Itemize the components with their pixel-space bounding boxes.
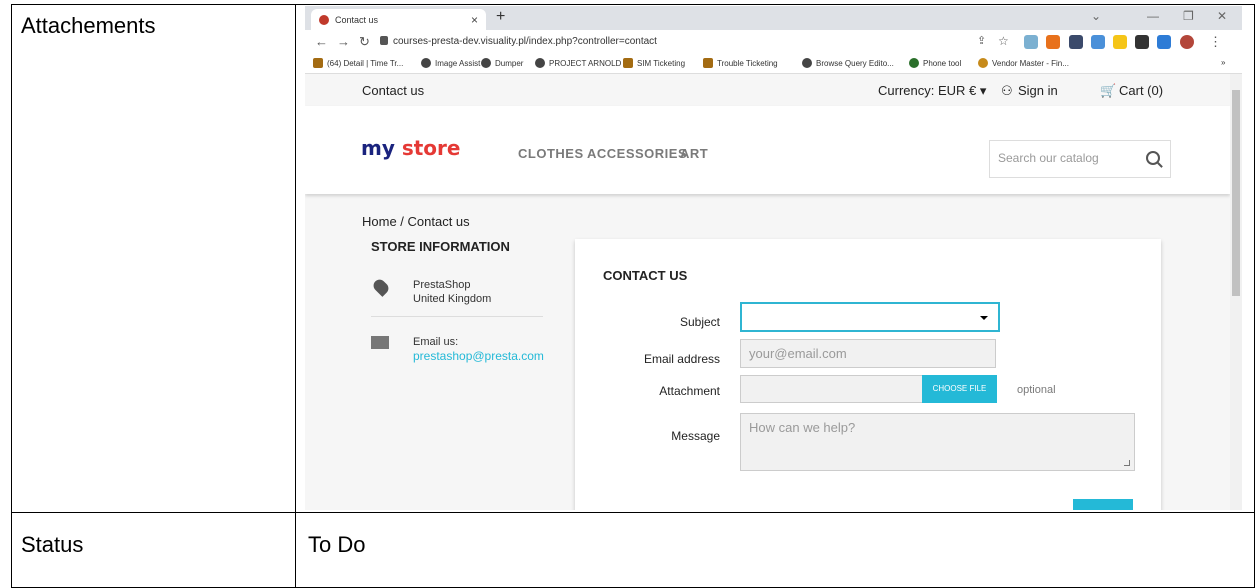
new-tab-button[interactable]: + bbox=[496, 8, 505, 26]
attachments-label: Attachements bbox=[21, 13, 156, 38]
attachment-label: Attachment bbox=[659, 384, 720, 398]
bookmark-icon bbox=[978, 58, 988, 68]
bookmarks-bar: (64) Detail | Time Tr... Image Assist Du… bbox=[305, 54, 1242, 74]
menu-art[interactable]: ART bbox=[680, 146, 708, 161]
web-page: Contact us Currency: EUR € ▾ ⚇ Sign in 🛒… bbox=[305, 74, 1230, 510]
extension-icon[interactable] bbox=[1046, 35, 1060, 49]
subject-select[interactable] bbox=[740, 302, 1000, 332]
extension-icon[interactable] bbox=[1069, 35, 1083, 49]
tab-bar: Contact us × + ⌄ — ❐ ✕ bbox=[305, 6, 1242, 30]
phone-icon bbox=[909, 58, 919, 68]
contact-link[interactable]: Contact us bbox=[362, 83, 424, 98]
bookmark-item[interactable]: Phone tool bbox=[909, 58, 961, 68]
share-icon[interactable]: ⇪ bbox=[977, 34, 986, 47]
bookmark-item[interactable]: (64) Detail | Time Tr... bbox=[313, 58, 403, 68]
cart-link[interactable]: Cart (0) bbox=[1119, 83, 1163, 98]
close-tab-icon[interactable]: × bbox=[471, 13, 478, 27]
bookmark-item[interactable]: Trouble Ticketing bbox=[703, 58, 778, 68]
lock-icon[interactable] bbox=[380, 36, 388, 45]
search-input[interactable]: Search our catalog bbox=[989, 140, 1171, 178]
reload-icon[interactable]: ↻ bbox=[359, 34, 370, 50]
url-field[interactable]: courses-presta-dev.visuality.pl/index.ph… bbox=[393, 36, 657, 47]
bookmark-icon bbox=[535, 58, 545, 68]
store-email: Email us: prestashop@presta.com bbox=[413, 336, 544, 363]
bookmark-star-icon[interactable]: ☆ bbox=[998, 34, 1009, 48]
search-placeholder: Search our catalog bbox=[998, 151, 1099, 165]
bookmark-icon bbox=[802, 58, 812, 68]
favicon-icon bbox=[319, 14, 329, 25]
browser-screenshot: Contact us × + ⌄ — ❐ ✕ ← → ↻ courses-pre… bbox=[305, 6, 1242, 510]
tab-title: Contact us bbox=[335, 14, 379, 25]
minimize-icon[interactable]: — bbox=[1147, 9, 1159, 23]
close-window-icon[interactable]: ✕ bbox=[1217, 9, 1227, 23]
extension-icon[interactable] bbox=[1024, 35, 1038, 49]
location-pin-icon bbox=[371, 277, 391, 297]
more-menu-icon[interactable]: ⋮ bbox=[1209, 34, 1222, 50]
status-label: Status bbox=[21, 532, 84, 557]
divider bbox=[371, 316, 543, 317]
resize-handle-icon[interactable] bbox=[1124, 460, 1130, 466]
table-column-divider bbox=[295, 4, 296, 588]
contact-form-card: CONTACT US Subject Email address your@em… bbox=[575, 239, 1161, 510]
subject-label: Subject bbox=[679, 315, 720, 329]
search-icon[interactable] bbox=[1146, 151, 1160, 165]
bookmark-item[interactable]: Vendor Master - Fin... bbox=[978, 58, 1069, 68]
bookmarks-overflow[interactable]: » bbox=[1221, 58, 1225, 67]
bookmark-icon bbox=[421, 58, 431, 68]
cart-icon: 🛒 bbox=[1100, 83, 1117, 98]
bookmark-item[interactable]: SIM Ticketing bbox=[623, 58, 685, 68]
store-header: my store CLOTHES ACCESSORIES ART Search … bbox=[305, 106, 1230, 194]
status-value: To Do bbox=[308, 532, 366, 557]
envelope-icon bbox=[371, 336, 389, 349]
tab-search-icon[interactable]: ⌄ bbox=[1091, 9, 1101, 23]
email-label: Email address bbox=[643, 352, 720, 366]
email-link[interactable]: prestashop@presta.com bbox=[413, 349, 544, 363]
bookmark-icon bbox=[481, 58, 491, 68]
form-title: CONTACT US bbox=[603, 268, 688, 283]
forward-icon[interactable]: → bbox=[337, 34, 350, 49]
email-field[interactable]: your@email.com bbox=[740, 339, 996, 368]
bookmark-item[interactable]: Image Assist bbox=[421, 58, 480, 68]
profile-avatar-icon[interactable] bbox=[1180, 35, 1194, 49]
send-button[interactable] bbox=[1073, 499, 1133, 510]
breadcrumb[interactable]: Home / Contact us bbox=[362, 214, 470, 229]
store-info-heading: STORE INFORMATION bbox=[371, 239, 510, 254]
store-address: PrestaShop United Kingdom bbox=[413, 279, 492, 305]
bookmark-icon bbox=[313, 58, 323, 68]
browser-tab[interactable]: Contact us × bbox=[311, 9, 486, 30]
sign-in-link[interactable]: Sign in bbox=[1018, 83, 1058, 98]
bookmark-icon bbox=[623, 58, 633, 68]
bookmark-icon bbox=[703, 58, 713, 68]
bookmark-item[interactable]: Browse Query Edito... bbox=[802, 58, 894, 68]
store-logo[interactable]: my store bbox=[361, 136, 460, 160]
menu-clothes[interactable]: CLOTHES bbox=[518, 146, 584, 161]
address-bar-row: ← → ↻ courses-presta-dev.visuality.pl/in… bbox=[305, 30, 1242, 54]
extension-icon[interactable] bbox=[1091, 35, 1105, 49]
user-icon: ⚇ bbox=[1001, 83, 1013, 98]
optional-hint: optional bbox=[1017, 384, 1056, 396]
store-top-nav: Contact us Currency: EUR € ▾ ⚇ Sign in 🛒… bbox=[305, 74, 1230, 106]
puzzle-icon[interactable] bbox=[1135, 35, 1149, 49]
scrollbar-thumb[interactable] bbox=[1232, 90, 1240, 296]
message-label: Message bbox=[671, 429, 720, 443]
bookmark-item[interactable]: Dumper bbox=[481, 58, 523, 68]
sidebar-icon[interactable] bbox=[1157, 35, 1171, 49]
chevron-down-icon bbox=[980, 316, 988, 320]
menu-accessories[interactable]: ACCESSORIES bbox=[587, 146, 687, 161]
bookmark-item[interactable]: PROJECT ARNOLD bbox=[535, 58, 621, 68]
table-row-divider bbox=[11, 512, 1255, 513]
currency-selector[interactable]: Currency: EUR € ▾ bbox=[878, 83, 986, 99]
back-icon[interactable]: ← bbox=[315, 34, 328, 49]
extension-icon[interactable] bbox=[1113, 35, 1127, 49]
message-textarea[interactable]: How can we help? bbox=[740, 413, 1135, 471]
choose-file-button[interactable]: CHOOSE FILE bbox=[922, 375, 997, 403]
attachment-field[interactable] bbox=[740, 375, 923, 403]
restore-icon[interactable]: ❐ bbox=[1183, 9, 1194, 23]
